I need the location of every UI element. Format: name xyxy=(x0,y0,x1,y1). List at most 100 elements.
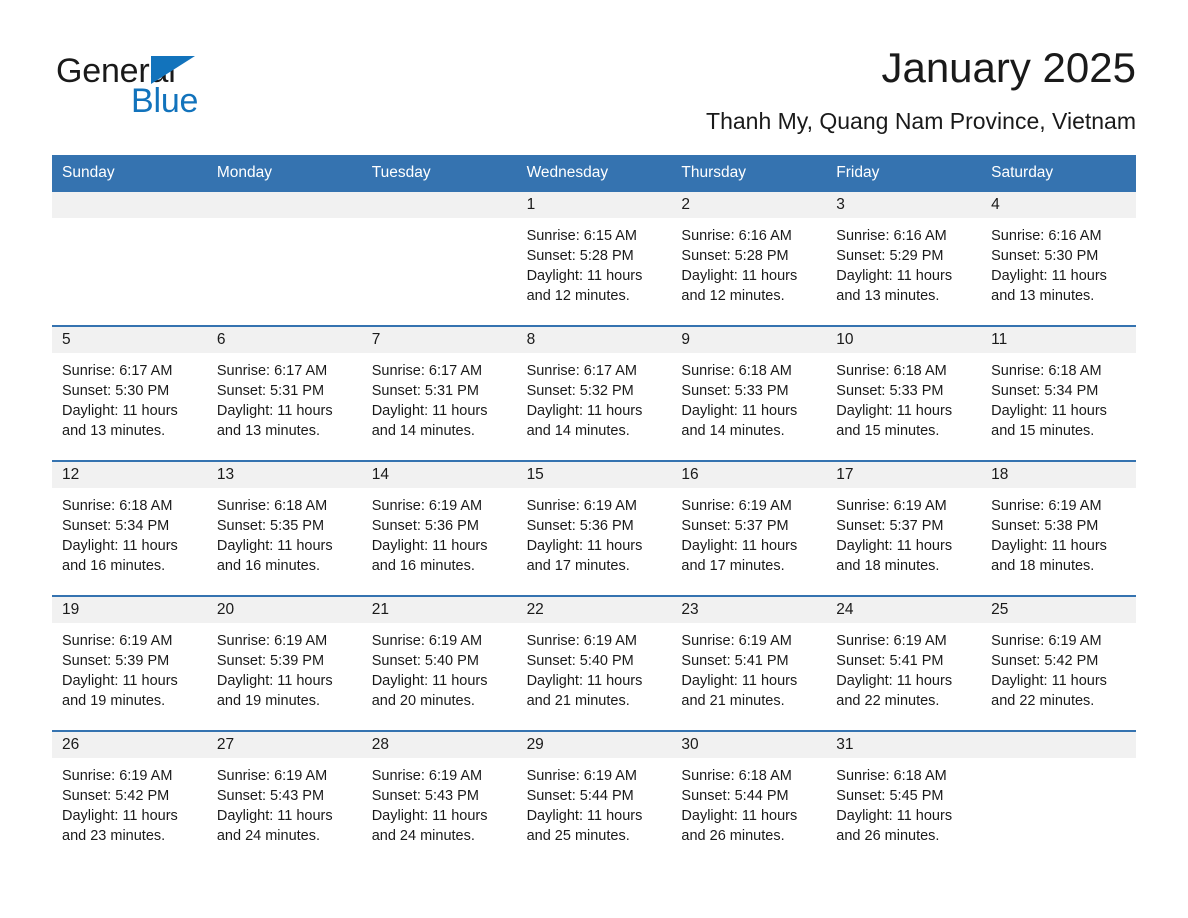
day-number: 10 xyxy=(836,330,854,348)
calendar-day-cell[interactable]: 24 Sunrise: 6:19 AM Sunset: 5:41 PM Dayligh… xyxy=(826,596,982,730)
calendar-day-cell[interactable]: 14 Sunrise: 6:19 AM Sunset: 5:36 PM Dayligh… xyxy=(361,461,517,595)
sunset-line: Sunset: 5:39 PM xyxy=(62,652,170,669)
calendar-day-cell[interactable]: 15 Sunrise: 6:19 AM Sunset: 5:36 PM Dayligh… xyxy=(516,461,672,595)
sunrise-line: Sunrise: 6:19 AM xyxy=(526,767,637,784)
day-details: Sunrise: 6:16 AM Sunset: 5:29 PM Daylight:… xyxy=(826,218,981,307)
calendar-day-cell[interactable]: 21 Sunrise: 6:19 AM Sunset: 5:40 PM Dayligh… xyxy=(361,596,517,730)
calendar-day-cell[interactable]: 30 Sunrise: 6:18 AM Sunset: 5:44 PM Dayligh… xyxy=(671,731,827,865)
daylight-line-2: and 17 minutes. xyxy=(681,558,785,575)
sunrise-line: Sunrise: 6:16 AM xyxy=(836,227,947,244)
calendar-day-cell[interactable]: 17 Sunrise: 6:19 AM Sunset: 5:37 PM Dayligh… xyxy=(826,461,982,595)
day-number: 4 xyxy=(991,195,1000,213)
day-details: Sunrise: 6:19 AM Sunset: 5:43 PM Daylight:… xyxy=(362,758,517,847)
day-details: Sunrise: 6:17 AM Sunset: 5:31 PM Daylight:… xyxy=(207,353,362,442)
day-number-band: 31 xyxy=(826,731,982,758)
page-title: January 2025 xyxy=(881,44,1136,91)
day-details: Sunrise: 6:19 AM Sunset: 5:39 PM Daylight:… xyxy=(52,623,207,712)
calendar-day-cell[interactable]: 16 Sunrise: 6:19 AM Sunset: 5:37 PM Dayligh… xyxy=(671,461,827,595)
day-number-band: 25 xyxy=(981,596,1136,623)
sunset-line: Sunset: 5:31 PM xyxy=(371,382,479,399)
sunset-line: Sunset: 5:43 PM xyxy=(371,787,479,804)
calendar-day-cell[interactable]: 12 Sunrise: 6:18 AM Sunset: 5:34 PM Dayligh… xyxy=(52,461,207,595)
calendar-day-cell[interactable]: 5 Sunrise: 6:17 AM Sunset: 5:30 PM Daylight… xyxy=(52,326,207,460)
sunrise-line: Sunrise: 6:19 AM xyxy=(991,497,1102,514)
weekday-header-row: Sunday Monday Tuesday Wednesday Thursday Frid… xyxy=(52,155,1136,192)
calendar-day-cell[interactable]: 31 Sunrise: 6:18 AM Sunset: 5:45 PM Dayligh… xyxy=(826,731,982,865)
calendar-day-cell[interactable]: 7 Sunrise: 6:17 AM Sunset: 5:31 PM Daylight… xyxy=(361,326,517,460)
sunrise-line: Sunrise: 6:16 AM xyxy=(681,227,792,244)
daylight-line-1: Daylight: 11 hours xyxy=(216,673,333,690)
daylight-line-1: Daylight: 11 hours xyxy=(371,673,488,690)
daylight-line-2: and 12 minutes. xyxy=(526,288,630,305)
calendar-day-cell[interactable]: 10 Sunrise: 6:18 AM Sunset: 5:33 PM Dayligh… xyxy=(826,326,982,460)
daylight-line-1: Daylight: 11 hours xyxy=(991,268,1107,285)
day-number: 11 xyxy=(991,330,1008,348)
day-number-band: 1 xyxy=(516,191,672,218)
calendar-weeks: 1 Sunrise: 6:15 AM Sunset: 5:28 PM Daylight… xyxy=(52,191,1136,865)
calendar-day-cell[interactable]: 26 Sunrise: 6:19 AM Sunset: 5:42 PM Dayligh… xyxy=(52,731,207,865)
calendar-day-cell[interactable]: 6 Sunrise: 6:17 AM Sunset: 5:31 PM Daylight… xyxy=(206,326,362,460)
daylight-line-2: and 14 minutes. xyxy=(526,423,630,440)
day-number-band: 26 xyxy=(52,731,207,758)
calendar-day-cell[interactable]: 25 Sunrise: 6:19 AM Sunset: 5:42 PM Dayligh… xyxy=(981,596,1136,730)
sunset-line: Sunset: 5:36 PM xyxy=(526,517,634,534)
calendar-day-cell[interactable]: 3 Sunrise: 6:16 AM Sunset: 5:29 PM Daylight… xyxy=(826,191,982,325)
sunrise-line: Sunrise: 6:15 AM xyxy=(526,227,637,244)
calendar-day-cell[interactable]: 19 Sunrise: 6:19 AM Sunset: 5:39 PM Dayligh… xyxy=(52,596,207,730)
calendar-day-cell[interactable]: 11 Sunrise: 6:18 AM Sunset: 5:34 PM Dayligh… xyxy=(981,326,1136,460)
calendar-grid: Sunday Monday Tuesday Wednesday Thursday Frid… xyxy=(52,155,1136,865)
calendar-day-cell[interactable]: 2 Sunrise: 6:16 AM Sunset: 5:28 PM Daylight… xyxy=(671,191,827,325)
calendar-day-cell[interactable]: 27 Sunrise: 6:19 AM Sunset: 5:43 PM Dayligh… xyxy=(206,731,362,865)
daylight-line-2: and 25 minutes. xyxy=(526,828,630,845)
daylight-line-2: and 16 minutes. xyxy=(216,558,321,575)
calendar-day-cell[interactable]: 9 Sunrise: 6:18 AM Sunset: 5:33 PM Daylight… xyxy=(671,326,827,460)
calendar-day-cell[interactable]: 20 Sunrise: 6:19 AM Sunset: 5:39 PM Dayligh… xyxy=(206,596,362,730)
day-details: Sunrise: 6:18 AM Sunset: 5:35 PM Daylight:… xyxy=(207,488,362,577)
sunset-line: Sunset: 5:37 PM xyxy=(681,517,789,534)
calendar-day-cell[interactable]: 29 Sunrise: 6:19 AM Sunset: 5:44 PM Dayligh… xyxy=(516,731,672,865)
daylight-line-1: Daylight: 11 hours xyxy=(62,808,178,825)
daylight-line-1: Daylight: 11 hours xyxy=(371,403,488,420)
daylight-line-2: and 15 minutes. xyxy=(991,423,1095,440)
sunrise-line: Sunrise: 6:19 AM xyxy=(62,632,173,649)
sunrise-line: Sunrise: 6:19 AM xyxy=(991,632,1102,649)
day-number: 6 xyxy=(216,330,226,348)
day-number-band: 19 xyxy=(52,596,207,623)
calendar-day-cell[interactable]: 22 Sunrise: 6:19 AM Sunset: 5:40 PM Dayligh… xyxy=(516,596,672,730)
day-number-band: 22 xyxy=(516,596,672,623)
day-details: Sunrise: 6:19 AM Sunset: 5:36 PM Daylight:… xyxy=(362,488,517,577)
daylight-line-2: and 13 minutes. xyxy=(216,423,321,440)
day-number-band: 3 xyxy=(826,191,982,218)
day-number: 23 xyxy=(681,600,699,618)
day-number-band: 16 xyxy=(671,461,827,488)
calendar-day-cell[interactable]: 13 Sunrise: 6:18 AM Sunset: 5:35 PM Dayligh… xyxy=(206,461,362,595)
daylight-line-1: Daylight: 11 hours xyxy=(62,403,178,420)
daylight-line-1: Daylight: 11 hours xyxy=(681,268,798,285)
sunset-line: Sunset: 5:31 PM xyxy=(216,382,325,399)
daylight-line-2: and 15 minutes. xyxy=(836,423,940,440)
day-number-band: 23 xyxy=(671,596,827,623)
day-number-band: 14 xyxy=(361,461,517,488)
daylight-line-2: and 21 minutes. xyxy=(526,693,630,710)
daylight-line-2: and 13 minutes. xyxy=(836,288,940,305)
calendar-day-cell[interactable]: 8 Sunrise: 6:17 AM Sunset: 5:32 PM Daylight… xyxy=(516,326,672,460)
sunrise-line: Sunrise: 6:19 AM xyxy=(216,632,328,649)
calendar-day-cell[interactable]: 18 Sunrise: 6:19 AM Sunset: 5:38 PM Dayligh… xyxy=(981,461,1136,595)
calendar-day-cell[interactable]: 4 Sunrise: 6:16 AM Sunset: 5:30 PM Daylight… xyxy=(981,191,1136,325)
sunrise-line: Sunrise: 6:17 AM xyxy=(216,362,328,379)
day-number: 18 xyxy=(991,465,1009,483)
daylight-line-2: and 14 minutes. xyxy=(371,423,475,440)
calendar-week-row: 26 Sunrise: 6:19 AM Sunset: 5:42 PM Dayligh… xyxy=(52,729,1136,865)
calendar-day-cell[interactable]: 28 Sunrise: 6:19 AM Sunset: 5:43 PM Dayligh… xyxy=(361,731,517,865)
logo-text-blue: Blue xyxy=(131,82,199,120)
calendar-empty-cell xyxy=(206,191,362,325)
generalblue-logo[interactable]: General Blue xyxy=(52,44,242,120)
calendar-day-cell[interactable]: 23 Sunrise: 6:19 AM Sunset: 5:41 PM Dayligh… xyxy=(671,596,827,730)
calendar-day-cell[interactable]: 1 Sunrise: 6:15 AM Sunset: 5:28 PM Daylight… xyxy=(516,191,672,325)
day-details: Sunrise: 6:18 AM Sunset: 5:34 PM Daylight:… xyxy=(981,353,1136,442)
weekday-header-monday: Monday xyxy=(216,164,272,181)
day-number: 20 xyxy=(216,600,235,618)
daylight-line-1: Daylight: 11 hours xyxy=(836,268,953,285)
day-details: Sunrise: 6:19 AM Sunset: 5:38 PM Daylight:… xyxy=(981,488,1136,577)
day-details: Sunrise: 6:19 AM Sunset: 5:43 PM Daylight:… xyxy=(207,758,362,847)
